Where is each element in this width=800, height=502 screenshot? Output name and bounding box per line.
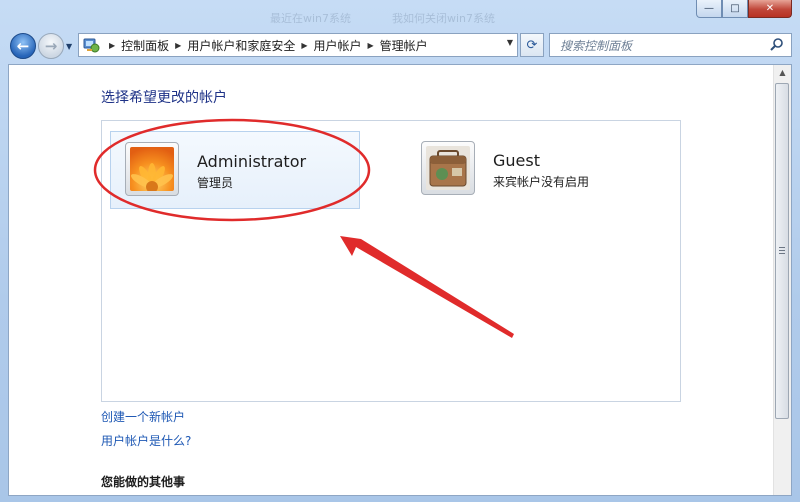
account-type: 来宾帐户没有启用 [493,175,590,189]
chevron-right-icon[interactable]: ▶ [109,41,115,50]
user-picture-suitcase-icon [421,141,475,195]
window-controls: — □ ✕ [696,0,792,18]
breadcrumb-manage-accounts[interactable]: 管理帐户 [380,37,428,54]
breadcrumb-user-accounts-family-safety[interactable]: 用户帐户和家庭安全 [187,37,295,54]
account-list: Administrator 管理员 Guest 来宾帐户没有启用 [101,120,681,402]
close-button[interactable]: ✕ [748,0,792,18]
scroll-up-icon[interactable]: ▲ [774,65,791,81]
thumb-grip [779,250,785,251]
create-account-link[interactable]: 创建一个新帐户 [101,408,185,425]
thumb-grip [779,247,785,248]
account-name: Guest [493,151,540,170]
search-input[interactable] [558,35,762,57]
ghost-title-1: 最近在win7系统 [270,12,352,25]
breadcrumb-control-panel[interactable]: 控制面板 [121,37,169,54]
chevron-right-icon[interactable]: ▶ [301,41,307,50]
control-panel-icon [83,37,101,53]
refresh-button[interactable]: ⟳ [520,33,544,57]
account-tile-guest[interactable]: Guest 来宾帐户没有启用 [407,131,657,209]
address-bar[interactable]: ▶ 控制面板 ▶ 用户帐户和家庭安全 ▶ 用户帐户 ▶ 管理帐户 ▼ [78,33,518,57]
page-title: 选择希望更改的帐户 [101,90,227,106]
maximize-button[interactable]: □ [722,0,748,18]
forward-button[interactable]: → [38,33,64,59]
user-picture-flower-icon [125,142,179,196]
chevron-right-icon[interactable]: ▶ [175,41,181,50]
account-tile-administrator[interactable]: Administrator 管理员 [110,131,360,209]
navigation-bar: ← → ▼ ▶ 控制面板 ▶ 用户帐户和家庭安全 ▶ 用户帐户 ▶ 管理帐户 ▼… [0,30,800,62]
breadcrumb-user-accounts[interactable]: 用户帐户 [314,37,362,54]
chevron-right-icon[interactable]: ▶ [368,41,374,50]
address-dropdown-icon[interactable]: ▼ [507,38,513,47]
recent-pages-dropdown[interactable]: ▼ [66,42,72,51]
thumb-grip [779,253,785,254]
vertical-scrollbar[interactable]: ▲ [773,65,791,495]
title-bar: 最近在win7系统 我如何关闭win7系统 — □ ✕ [0,0,800,30]
other-tasks-heading: 您能做的其他事 [101,475,186,489]
breadcrumb: ▶ 控制面板 ▶ 用户帐户和家庭安全 ▶ 用户帐户 ▶ 管理帐户 [103,37,428,54]
search-box[interactable] [549,33,792,57]
account-name: Administrator [197,152,307,171]
search-icon[interactable] [769,37,785,53]
back-button[interactable]: ← [10,33,36,59]
window-frame: 最近在win7系统 我如何关闭win7系统 — □ ✕ ← → ▼ ▶ 控制面板 [0,0,800,502]
content-pane: 选择希望更改的帐户 Administrator 管理员 Guest 来宾帐户没有… [8,64,792,496]
account-type: 管理员 [197,176,234,190]
what-is-user-account-link[interactable]: 用户帐户是什么? [101,432,191,449]
scrollbar-thumb[interactable] [775,83,789,419]
minimize-button[interactable]: — [696,0,722,18]
ghost-title-2: 我如何关闭win7系统 [392,12,496,25]
